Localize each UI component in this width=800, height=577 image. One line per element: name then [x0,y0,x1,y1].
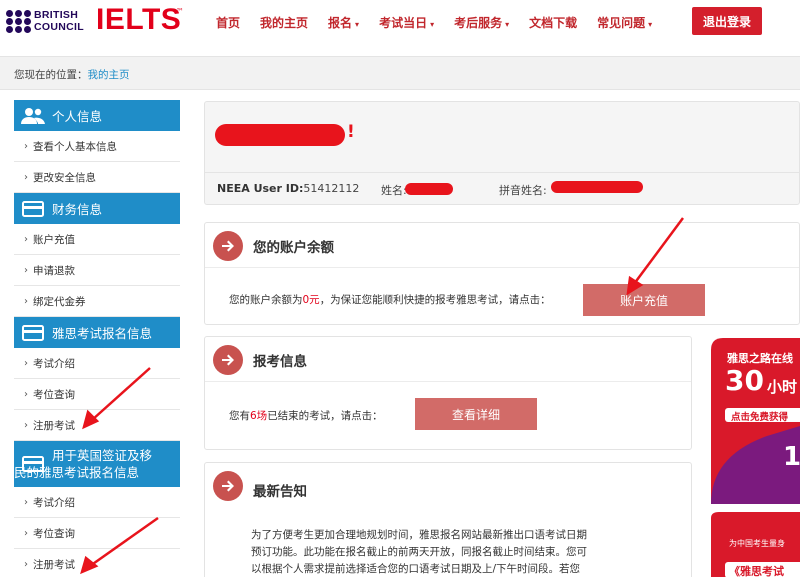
promo-big-number: 30 [725,364,764,397]
chevron-right-icon: › [24,295,28,307]
logout-button[interactable]: 退出登录 [692,7,762,35]
recharge-button[interactable]: 账户充值 [583,284,705,316]
chevron-right-icon: › [24,264,28,276]
nav-my-page[interactable]: 我的主页 [250,14,318,31]
notice-line: 为了方便考生更加合理地规划时间，雅思报名网站最新推出口语考试日期 [251,529,587,541]
view-details-button[interactable]: 查看详细 [415,398,537,430]
account-balance-card: 您的账户余额 您的账户余额为0元，为保证您能顺利快捷的报考雅思考试，请点击： 账… [204,222,800,325]
breadcrumb-prefix: 您现在的位置： [14,69,88,81]
balance-amount: 0元 [302,294,320,306]
nav-register[interactable]: 报名 ▾ [318,14,369,31]
arrow-right-circle-icon [213,231,243,261]
chevron-right-icon: › [24,140,28,152]
breadcrumb-bar: 您现在的位置：我的主页 [0,56,800,90]
promo-line2: 小时 [767,378,798,396]
sidebar-section-title-line2: 民的雅思考试报名信息 [14,465,140,480]
name-label: 姓名: [381,184,407,197]
chevron-right-icon: › [24,357,28,369]
sidebar-section-title: 个人信息 [52,109,103,124]
ielts-logo[interactable]: IELTS [96,3,181,37]
sidebar-section-finance[interactable]: 财务信息 [14,193,180,224]
redacted-pinyin-name [551,181,643,193]
sidebar-section-title-line1: 用于英国签证及移 [52,448,153,463]
sidebar-item-recharge[interactable]: › 账户充值 [14,224,180,255]
welcome-card: ! NEEA User ID:51412112 姓名: 拼音姓名: [204,101,800,205]
nav-test-day[interactable]: 考试当日 ▾ [369,14,444,31]
users-icon [14,100,52,131]
notice-line: 以根据个人需求提前选择适合您的口语考试日期及上/下午时间段。若您 [251,563,581,575]
page: BRITISH COUNCIL IELTS ™ 首页 我的主页 报名 ▾ 考试当日… [0,0,800,577]
promo-bottom-line2: 《雅思考试 [729,565,784,577]
main-nav: 首页 我的主页 报名 ▾ 考试当日 ▾ 考后服务 ▾ 文档下载 常见问题 ▾ [206,0,662,44]
card-icon [14,193,52,224]
trademark: ™ [176,7,184,16]
chevron-right-icon: › [24,233,28,245]
sidebar-item-register-test[interactable]: › 注册考试 [14,410,180,441]
ended-test-count: 6场 [250,410,268,422]
chevron-down-icon: ▾ [505,19,510,29]
registration-info-card: 报考信息 您有6场已结束的考试，请点击： 查看详细 [204,336,692,450]
sidebar-section-ukvi-registration[interactable]: 用于英国签证及移 民的雅思考试报名信息 [14,441,180,487]
bc-dots-icon [6,10,32,34]
promo-bottom-line1: 为中国考生量身 [729,539,785,548]
balance-text: 您的账户余额为0元，为保证您能顺利快捷的报考雅思考试，请点击： [229,294,551,306]
sidebar-item-ukvi-seat-search[interactable]: › 考位查询 [14,518,180,549]
nav-faq[interactable]: 常见问题 ▾ [587,14,662,31]
notice-line: 预订功能。此功能在报名截止的前两天开放，同报名截止时间结束。您可 [251,546,587,558]
sidebar-section-title: 雅思考试报名信息 [52,326,153,341]
sidebar-item-seat-search[interactable]: › 考位查询 [14,379,180,410]
registration-title: 报考信息 [253,354,307,370]
promo-cta[interactable]: 点击免费获得 [731,409,788,423]
sidebar: 个人信息 › 查看个人基本信息 › 更改安全信息 财务信息 › 账户充值 › 申请退款 … [14,100,180,577]
british-council-logo[interactable]: BRITISH COUNCIL [6,9,92,35]
promo-banner[interactable]: 雅思之路在线 30 小时 点击免费获得 1 为中国考生量身 《雅思考试 [707,336,800,577]
nav-downloads[interactable]: 文档下载 [519,14,587,31]
chevron-right-icon: › [24,388,28,400]
nav-post-test[interactable]: 考后服务 ▾ [444,14,519,31]
promo-number: 1 [783,442,800,472]
chevron-right-icon: › [24,527,28,539]
sidebar-item-view-personal-info[interactable]: › 查看个人基本信息 [14,131,180,162]
breadcrumb: 您现在的位置：我的主页 [14,67,130,82]
chevron-right-icon: › [24,419,28,431]
sidebar-item-ukvi-register-test[interactable]: › 注册考试 [14,549,180,577]
sidebar-item-test-intro[interactable]: › 考试介绍 [14,348,180,379]
sidebar-section-personal-info[interactable]: 个人信息 [14,100,180,131]
balance-title: 您的账户余额 [253,240,334,256]
notice-title: 最新告知 [253,484,307,500]
chevron-right-icon: › [24,496,28,508]
redacted-greeting [215,124,345,146]
notice-body: 为了方便考生更加合理地规划时间，雅思报名网站最新推出口语考试日期 预订功能。此功… [251,527,633,577]
neea-id-value: 51412112 [303,182,360,195]
chevron-right-icon: › [24,558,28,570]
greeting-exclamation: ! [347,122,355,142]
card-icon [14,317,52,348]
sidebar-item-change-security[interactable]: › 更改安全信息 [14,162,180,193]
arrow-right-circle-icon [213,471,243,501]
user-id-row: NEEA User ID:51412112 姓名: 拼音姓名: [205,172,800,204]
sidebar-item-refund[interactable]: › 申请退款 [14,255,180,286]
bc-logo-line1: BRITISH [34,9,79,21]
sidebar-section-ielts-registration[interactable]: 雅思考试报名信息 [14,317,180,348]
neea-id-label: NEEA User ID: [217,182,304,195]
chevron-down-icon: ▾ [430,19,435,29]
nav-home[interactable]: 首页 [206,14,250,31]
pinyin-name-label: 拼音姓名: [499,184,547,197]
sidebar-item-ukvi-test-intro[interactable]: › 考试介绍 [14,487,180,518]
registration-text: 您有6场已结束的考试，请点击： [229,410,383,422]
bc-logo-line2: COUNCIL [34,21,84,33]
redacted-name [405,183,453,195]
latest-notice-card: 最新告知 为了方便考生更加合理地规划时间，雅思报名网站最新推出口语考试日期 预订… [204,462,692,577]
chevron-down-icon: ▾ [648,19,653,29]
breadcrumb-current-link[interactable]: 我的主页 [88,69,130,81]
sidebar-item-voucher[interactable]: › 绑定代金券 [14,286,180,317]
chevron-down-icon: ▾ [355,19,360,29]
sidebar-section-title: 财务信息 [52,202,103,217]
top-header: BRITISH COUNCIL IELTS ™ 首页 我的主页 报名 ▾ 考试当日… [0,0,800,44]
chevron-right-icon: › [24,171,28,183]
arrow-right-circle-icon [213,345,243,375]
